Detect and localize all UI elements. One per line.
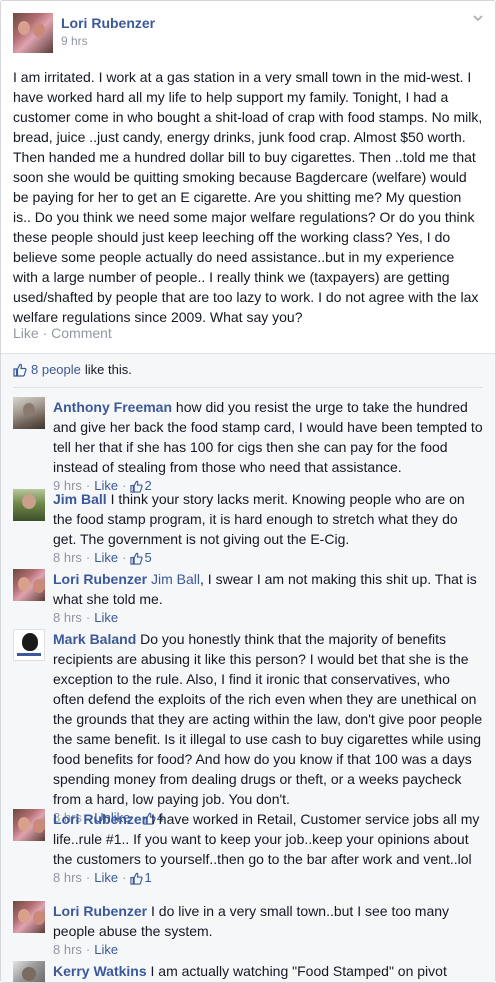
meta-separator: · [85,550,91,565]
comment: Lori Rubenzer I do live in a very small … [13,901,483,959]
comment-author[interactable]: Mark Baland [53,631,136,647]
post-body: I am irritated. I work at a gas station … [13,69,483,325]
comment-meta: 8 hrs · Like [53,941,483,959]
meta-separator: · [85,870,91,885]
meta-separator: · [122,870,127,885]
thumbs-up-icon [130,872,144,885]
avatar[interactable] [13,809,45,841]
comment-meta: 8 hrs · Like · 1 [53,869,483,887]
likes-people-link[interactable]: 8 people [31,360,81,380]
post-like-link[interactable]: Like [13,325,39,341]
comment-mention[interactable]: Jim Ball [151,571,200,587]
thumbs-up-icon [130,552,144,565]
comment-like-count[interactable]: 1 [130,869,152,887]
post-comment-link[interactable]: Comment [51,325,112,341]
comment-body: Mark Baland Do you honestly think that t… [53,629,483,827]
post-author-name[interactable]: Lori Rubenzer [61,14,155,32]
comment-author[interactable]: Lori Rubenzer [53,811,147,827]
comment-text: Do you honestly think that the majority … [53,631,483,807]
comment-text-block: Lori Rubenzer Jim Ball, I swear I am not… [53,569,483,609]
comment: Mark Baland Do you honestly think that t… [13,629,483,827]
comment-timestamp[interactable]: 8 hrs [53,609,82,627]
avatar[interactable] [13,961,45,982]
comment-text: I think your story lacks merit. Knowing … [53,491,465,547]
comment: Lori Rubenzer I have worked in Retail, C… [13,809,483,887]
comment-text-block: Mark Baland Do you honestly think that t… [53,629,483,809]
post-card: Lori Rubenzer 9 hrs I am irritated. I wo… [0,0,496,983]
comment-text: I am actually watching "Food Stamped" on… [150,963,447,979]
comments-section: 8 people like this. Anthony Freeman how … [1,353,495,982]
thumbs-up-icon [13,363,27,377]
comment-text-block: Kerry Watkins I am actually watching "Fo… [53,961,483,981]
post: Lori Rubenzer 9 hrs I am irritated. I wo… [1,1,495,353]
avatar[interactable] [13,13,53,53]
avatar[interactable] [13,397,45,429]
likes-summary: 8 people like this. [13,360,132,380]
action-separator: · [42,325,48,341]
comment-like-link[interactable]: Like [94,941,118,959]
comment-text-block: Jim Ball I think your story lacks merit.… [53,489,483,549]
comment-author[interactable]: Lori Rubenzer [53,903,147,919]
comment-author[interactable]: Jim Ball [53,491,107,507]
meta-separator: · [122,550,127,565]
avatar[interactable] [13,901,45,933]
comment-timestamp[interactable]: 8 hrs [53,941,82,959]
comment-body: Anthony Freeman how did you resist the u… [53,397,483,495]
comment-text-block: Lori Rubenzer I have worked in Retail, C… [53,809,483,869]
comment-timestamp[interactable]: 8 hrs [53,549,82,567]
avatar[interactable] [13,489,45,521]
comment-body: Lori Rubenzer I do live in a very small … [53,901,483,959]
comment-author[interactable]: Kerry Watkins [53,963,147,979]
comment-author[interactable]: Anthony Freeman [53,399,172,415]
divider [13,387,483,388]
like-count-number: 5 [144,550,152,565]
post-author-meta: Lori Rubenzer 9 hrs [61,13,155,53]
post-timestamp[interactable]: 9 hrs [61,32,155,50]
comment: Kerry Watkins I am actually watching "Fo… [13,961,483,982]
comment-body: Jim Ball I think your story lacks merit.… [53,489,483,567]
avatar[interactable] [13,629,45,661]
comment-timestamp[interactable]: 8 hrs [53,869,82,887]
comment-text-block: Anthony Freeman how did you resist the u… [53,397,483,477]
comment: Jim Ball I think your story lacks merit.… [13,489,483,567]
chevron-down-icon[interactable] [471,11,485,25]
comment-body: Kerry Watkins I am actually watching "Fo… [53,961,483,982]
post-header: Lori Rubenzer 9 hrs [13,13,483,53]
comment-body: Lori Rubenzer I have worked in Retail, C… [53,809,483,887]
comment-author[interactable]: Lori Rubenzer [53,571,147,587]
meta-separator: · [85,942,91,957]
likes-summary-text: like this. [84,362,132,377]
comment-like-link[interactable]: Like [94,609,118,627]
comment-meta: 8 hrs · Like · 5 [53,549,483,567]
comment: Lori Rubenzer Jim Ball, I swear I am not… [13,569,483,627]
like-count-number: 1 [144,870,152,885]
comment-like-link[interactable]: Like [94,869,118,887]
avatar[interactable] [13,569,45,601]
comment-like-count[interactable]: 5 [130,549,152,567]
comment-meta: 8 hrs · Like [53,609,483,627]
meta-separator: · [85,610,91,625]
comment-text-block: Lori Rubenzer I do live in a very small … [53,901,483,941]
post-actions: Like · Comment [13,325,112,341]
comment-body: Lori Rubenzer Jim Ball, I swear I am not… [53,569,483,627]
comment: Anthony Freeman how did you resist the u… [13,397,483,495]
comment-like-link[interactable]: Like [94,549,118,567]
